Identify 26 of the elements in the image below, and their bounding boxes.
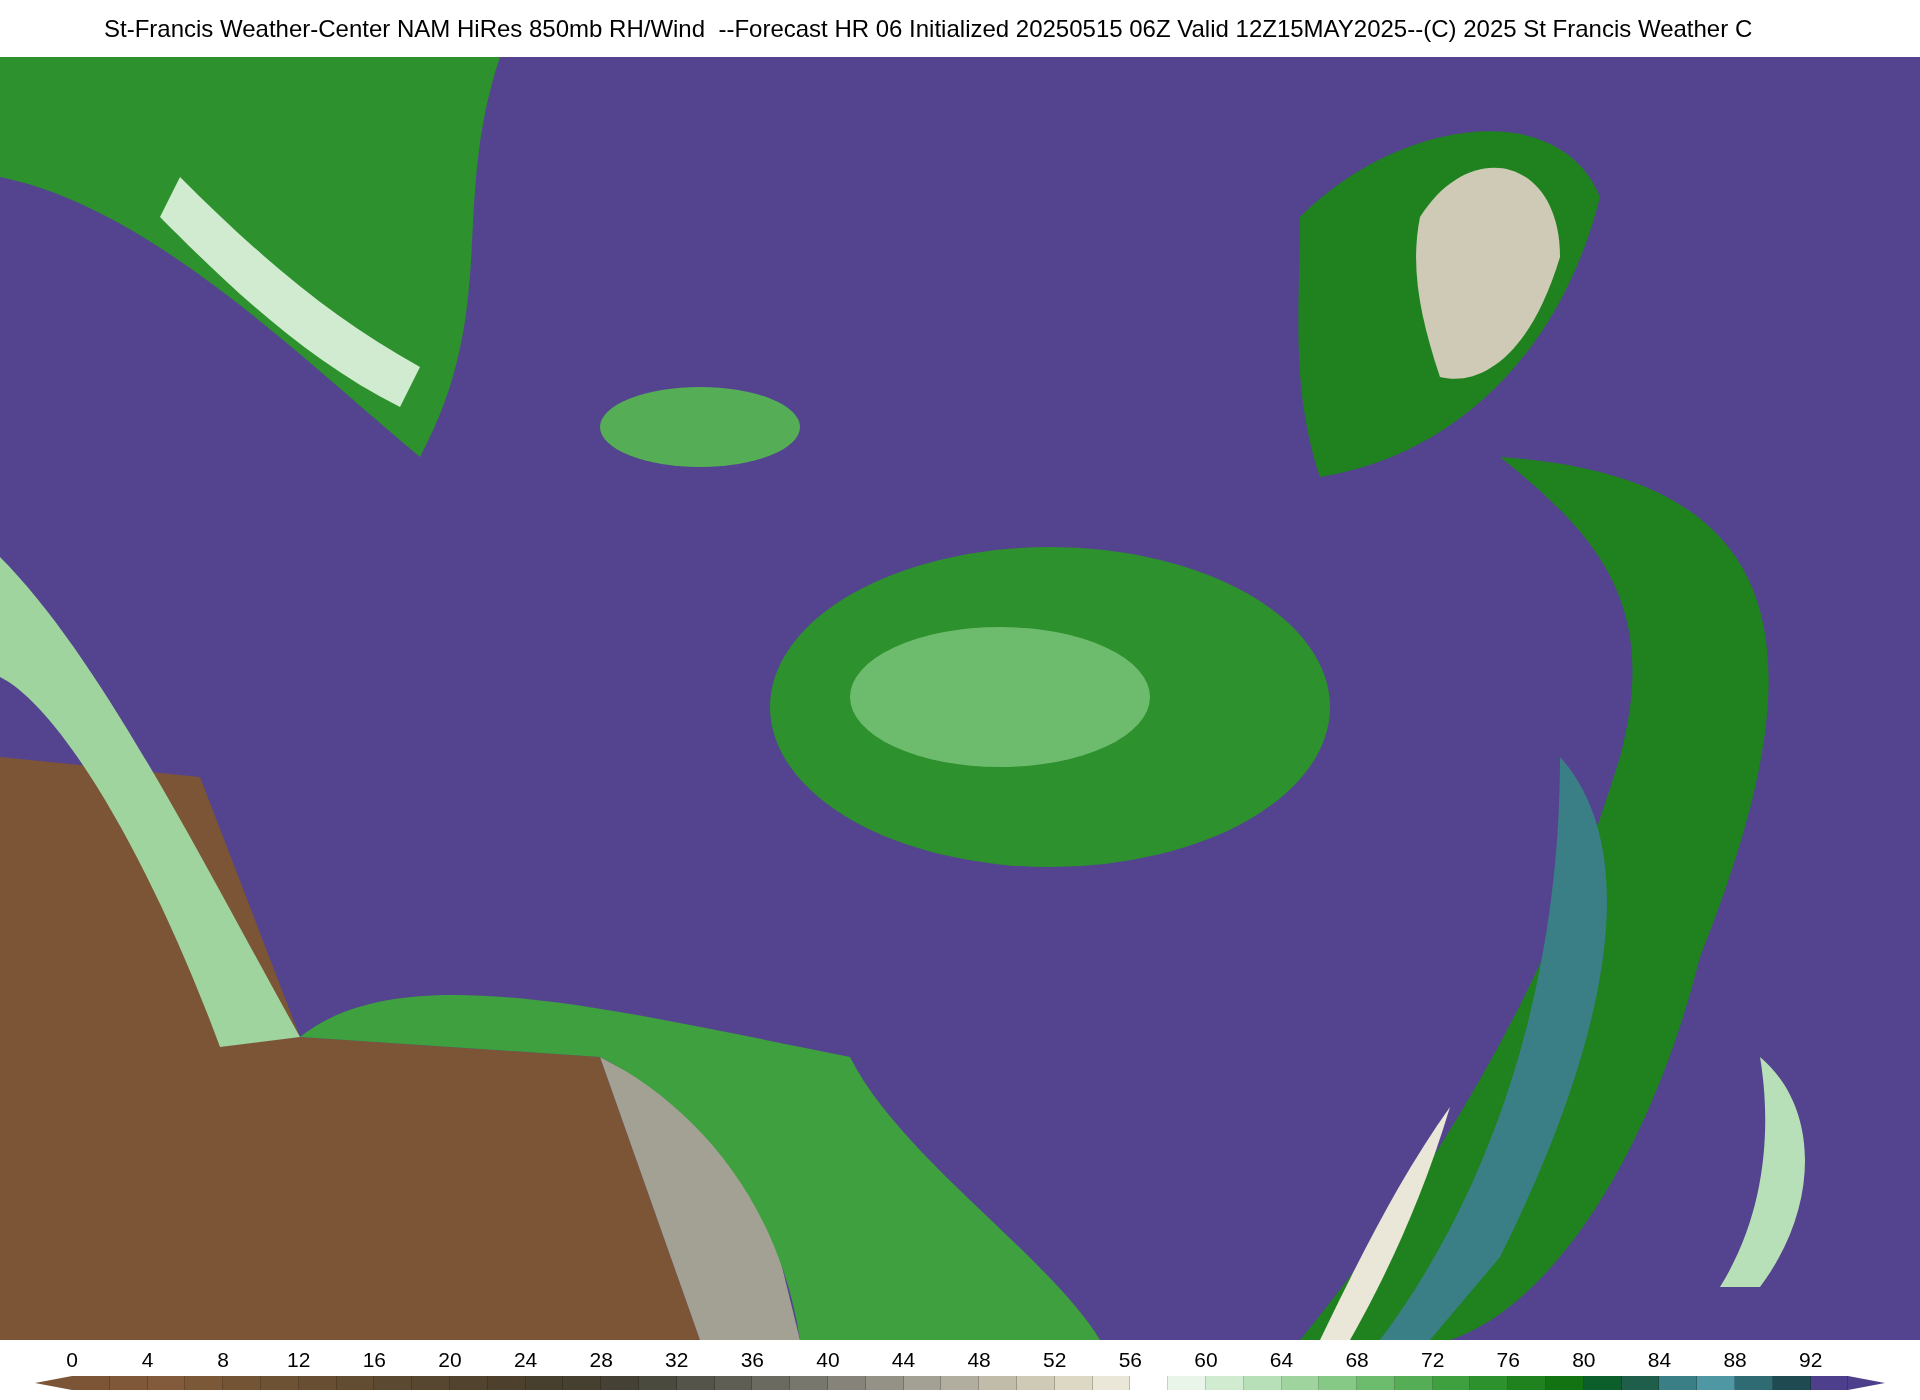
colorbar-tick-label: 88 xyxy=(1723,1347,1747,1373)
colorbar-tick-label: 92 xyxy=(1799,1347,1823,1373)
colorbar-tick-label: 52 xyxy=(1043,1347,1067,1373)
colorbar-tick-label: 24 xyxy=(513,1347,538,1373)
colorbar-tick-label: 20 xyxy=(438,1347,462,1373)
colorbar-tick-label: 48 xyxy=(967,1347,991,1373)
colorbar-tick-label: 68 xyxy=(1345,1347,1369,1373)
colorbar-tick-label: 72 xyxy=(1421,1347,1445,1373)
colorbar-tick-label: 40 xyxy=(816,1347,840,1373)
colorbar-tick-label: 8 xyxy=(217,1347,230,1373)
colorbar-tick-label: 28 xyxy=(589,1347,613,1373)
colorbar-tick-label: 84 xyxy=(1647,1347,1672,1373)
colorbar-tick-label: 56 xyxy=(1118,1347,1142,1373)
colorbar-tick-label: 32 xyxy=(665,1347,689,1373)
colorbar-low-arrow xyxy=(35,1376,72,1390)
colorbar-tick-label: 64 xyxy=(1269,1347,1294,1373)
colorbar-tick-label: 12 xyxy=(287,1347,311,1373)
colorbar-tick-label: 80 xyxy=(1572,1347,1596,1373)
colorbar-tick-label: 76 xyxy=(1496,1347,1520,1373)
colorbar-tick-label: 16 xyxy=(362,1347,387,1373)
colorbar-tick-label: 44 xyxy=(891,1347,916,1373)
map-title: St-Francis Weather-Center NAM HiRes 850mb RH/Wind --Forecast HR 06 Initialized 20250515 06Z Valid 12Z15MAY2025--(C) 2025 St Francis Weather C xyxy=(104,13,1753,44)
colorbar-tick-label: 36 xyxy=(740,1347,764,1373)
colorbar-tick-label: 60 xyxy=(1194,1347,1218,1373)
colorbar-tick-label: 4 xyxy=(141,1347,154,1373)
colorbar-tick-label: 0 xyxy=(66,1347,78,1373)
